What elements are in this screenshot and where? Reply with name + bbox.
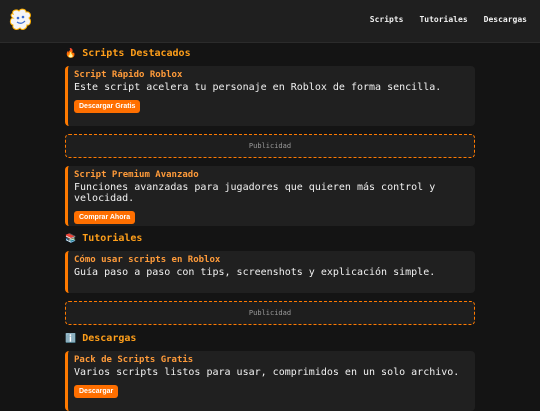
ad-label: Publicidad xyxy=(248,309,292,317)
card-pack-scripts: Pack de Scripts Gratis Varios scripts li… xyxy=(65,351,475,411)
ad-slot: Publicidad xyxy=(65,301,475,325)
download-button[interactable]: Descargar xyxy=(74,385,119,398)
section-title-descargas: ℹ️ Descargas xyxy=(65,333,137,344)
card-description: Este script acelera tu personaje en Robl… xyxy=(74,82,442,93)
card-title: Cómo usar scripts en Roblox xyxy=(74,255,221,265)
ad-label: Publicidad xyxy=(248,142,292,150)
books-icon: 📚 xyxy=(65,233,77,244)
card-script-premium: Script Premium Avanzado Funciones avanza… xyxy=(65,166,475,226)
main-content: 🔥 Scripts Destacados Script Rápido Roblo… xyxy=(65,48,475,411)
section-title-tutoriales: 📚 Tutoriales xyxy=(65,233,143,244)
card-title: Pack de Scripts Gratis xyxy=(74,355,194,365)
site-logo[interactable] xyxy=(9,8,33,32)
ad-slot: Publicidad xyxy=(65,134,475,158)
section-title-scripts: 🔥 Scripts Destacados xyxy=(65,48,191,59)
card-description: Funciones avanzadas para jugadores que q… xyxy=(74,182,436,204)
card-tutorial: Cómo usar scripts en Roblox Guía paso a … xyxy=(65,251,475,293)
fire-icon: 🔥 xyxy=(65,48,77,59)
card-script-rapido: Script Rápido Roblox Este script acelera… xyxy=(65,66,475,126)
main-nav: Scripts Tutoriales Descargas xyxy=(370,15,527,24)
buy-now-button[interactable]: Comprar Ahora xyxy=(74,211,136,224)
nav-link-descargas[interactable]: Descargas xyxy=(484,15,527,24)
nav-link-scripts[interactable]: Scripts xyxy=(370,15,404,24)
card-title: Script Premium Avanzado xyxy=(74,170,199,180)
card-description: Guía paso a paso con tips, screenshots y… xyxy=(74,267,436,278)
card-title: Script Rápido Roblox xyxy=(74,70,183,80)
site-header: Scripts Tutoriales Descargas xyxy=(0,0,540,43)
card-description: Varios scripts listos para usar, comprim… xyxy=(74,367,460,378)
download-free-button[interactable]: Descargar Gratis xyxy=(74,100,141,113)
info-icon: ℹ️ xyxy=(65,333,77,344)
nav-link-tutoriales[interactable]: Tutoriales xyxy=(419,15,467,24)
